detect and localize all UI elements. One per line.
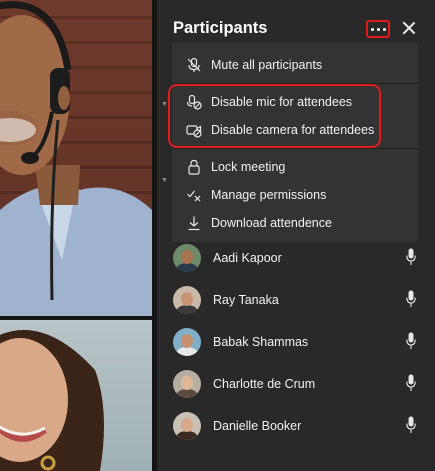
menu-item-label: Lock meeting	[211, 160, 286, 174]
permissions-icon	[187, 190, 201, 202]
chevron-down-icon[interactable]: ▼	[161, 101, 168, 108]
download-icon	[188, 216, 200, 231]
menu-item-lock-meeting[interactable]: Lock meeting	[172, 154, 418, 180]
avatar	[173, 412, 201, 440]
menu-item-label: Download attendence	[211, 216, 332, 230]
participant-row[interactable]: Charlotte de Crum	[173, 368, 435, 404]
mic-icon[interactable]	[406, 248, 416, 266]
avatar	[173, 370, 201, 398]
menu-item-download-attendance[interactable]: Download attendence	[172, 210, 418, 236]
menu-item-mute-all[interactable]: Mute all participants	[172, 52, 418, 78]
participant-video-man	[0, 1, 152, 316]
mic-icon[interactable]	[406, 332, 416, 350]
more-options-button[interactable]	[366, 20, 390, 38]
menu-item-label: Mute all participants	[211, 58, 323, 72]
lock-icon	[188, 159, 200, 175]
close-icon[interactable]	[402, 21, 416, 35]
participant-name: Babak Shammas	[213, 335, 309, 349]
mic-icon[interactable]	[406, 416, 416, 434]
video-feed-top	[0, 0, 152, 316]
highlight-annotation	[168, 84, 381, 148]
more-horizontal-icon	[370, 27, 386, 31]
video-feed-bottom	[0, 320, 152, 471]
participant-name: Danielle Booker	[213, 419, 302, 433]
participant-name: Charlotte de Crum	[213, 377, 316, 391]
participant-name: Aadi Kapoor	[213, 251, 282, 265]
avatar	[173, 328, 201, 356]
mic-icon[interactable]	[406, 290, 416, 308]
avatar	[173, 286, 201, 314]
mic-icon[interactable]	[406, 374, 416, 392]
avatar	[173, 244, 201, 272]
panel-title: Participants	[173, 19, 268, 37]
menu-separator	[172, 148, 418, 149]
participant-row[interactable]: Ray Tanaka	[173, 284, 435, 320]
participant-row[interactable]: Danielle Booker	[173, 410, 435, 446]
participant-row[interactable]: Babak Shammas	[173, 326, 435, 362]
participant-name: Ray Tanaka	[213, 293, 279, 307]
menu-item-manage-permissions[interactable]: Manage permissions	[172, 182, 418, 208]
participant-row[interactable]: Aadi Kapoor	[173, 242, 435, 278]
chevron-down-icon[interactable]: ▼	[161, 177, 168, 184]
mic-off-icon	[187, 57, 201, 72]
menu-item-label: Manage permissions	[211, 188, 327, 202]
participant-video-woman	[0, 330, 104, 471]
